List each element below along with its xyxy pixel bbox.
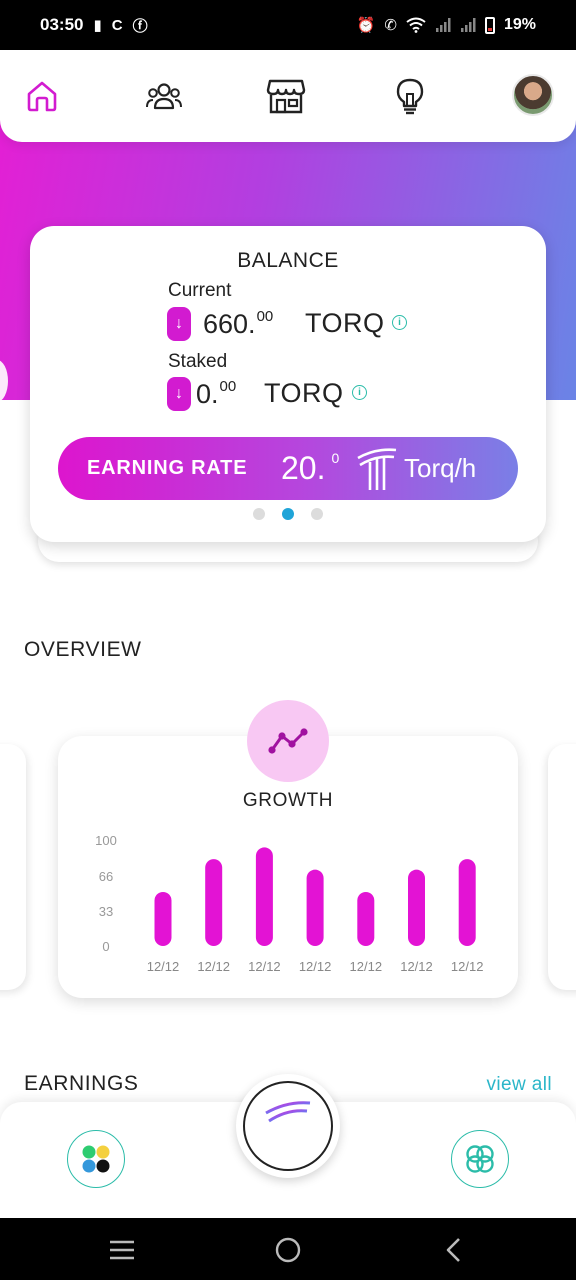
balance-card[interactable]: BALANCE Current ↓ 660.00 TORQ i Staked ↓…: [30, 226, 546, 542]
apps-button[interactable]: [67, 1130, 125, 1188]
signal-icon: [460, 18, 476, 32]
status-bar: 03:50 ▮ C ⓕ ⏰ ✆ 19%: [0, 0, 576, 50]
wifi-icon: [406, 17, 426, 33]
torq-logo-icon: [357, 448, 397, 490]
recents-button[interactable]: [108, 1236, 136, 1264]
growth-icon-badge: [247, 700, 329, 782]
c-icon: C: [111, 16, 123, 34]
links-button[interactable]: [451, 1130, 509, 1188]
top-nav: [0, 50, 576, 142]
earning-rate-label: EARNING RATE: [87, 457, 248, 479]
growth-bar[interactable]: [205, 859, 223, 946]
staked-amount: 0.00: [196, 378, 236, 410]
earning-rate-unit: Torq/h: [404, 453, 477, 483]
lightbulb-icon: [396, 78, 424, 115]
x-tick-label: 12/12: [350, 959, 383, 974]
apps-dots-icon: [82, 1145, 110, 1173]
pager-dot[interactable]: [311, 508, 323, 520]
y-tick-label: 66: [99, 869, 113, 884]
sim-alert-icon: ▮: [93, 17, 102, 34]
earning-rate-value: 20. 0: [281, 450, 339, 487]
earning-rate-integer: 20.: [281, 450, 326, 486]
system-back-button[interactable]: [440, 1236, 468, 1264]
circle-home-icon: [275, 1237, 301, 1263]
overview-title: OVERVIEW: [24, 638, 142, 661]
prev-card-peek[interactable]: [0, 744, 26, 990]
carousel-pager: [30, 508, 546, 520]
pager-dot-active[interactable]: [282, 508, 294, 520]
staked-amount-integer: 0.: [196, 379, 219, 409]
earning-rate-decimals: 0: [331, 450, 340, 466]
nav-community[interactable]: [144, 76, 184, 116]
y-tick-label: 33: [99, 904, 113, 919]
x-tick-label: 12/12: [400, 959, 433, 974]
torq-logo-icon: [265, 1101, 311, 1151]
earnings-title: EARNINGS: [24, 1072, 139, 1095]
x-tick-label: 12/12: [197, 959, 230, 974]
trend-line-icon: [268, 728, 308, 754]
balance-title: BALANCE: [237, 249, 339, 272]
growth-chart: 100 66 33 0 12/12 12/12 12/12 12/12 12/12 12/12 12…: [95, 833, 484, 974]
current-unit: TORQ: [305, 308, 385, 338]
growth-bar[interactable]: [458, 859, 476, 946]
x-tick-label: 12/12: [451, 959, 484, 974]
view-all-link[interactable]: view all: [487, 1074, 553, 1096]
people-icon: [146, 83, 182, 110]
system-home-button[interactable]: [274, 1236, 302, 1264]
store-icon: [266, 79, 306, 114]
arrow-down-icon[interactable]: ↓: [167, 307, 191, 341]
current-label: Current: [168, 280, 232, 301]
nav-home[interactable]: [22, 76, 62, 116]
current-amount: 660.00: [203, 308, 273, 340]
signal-icon: [435, 18, 451, 32]
home-icon: [27, 81, 57, 112]
growth-title: GROWTH: [242, 790, 334, 811]
battery-icon: [484, 16, 495, 34]
x-tick-label: 12/12: [299, 959, 332, 974]
status-right: ⏰ ✆ 19%: [357, 16, 536, 34]
status-time: 03:50: [40, 15, 84, 34]
y-tick-label: 0: [102, 939, 109, 954]
pager-dot[interactable]: [253, 508, 265, 520]
current-amount-integer: 660.: [203, 309, 256, 339]
linked-rings-icon: [466, 1145, 494, 1173]
avatar[interactable]: [512, 74, 554, 116]
back-chevron-icon: [446, 1238, 460, 1262]
earning-rate-bar: EARNING RATE 20. 0 Torq/h: [58, 437, 518, 500]
info-icon[interactable]: i: [352, 385, 367, 400]
y-tick-label: 100: [95, 833, 117, 848]
x-tick-label: 12/12: [248, 959, 281, 974]
growth-bar[interactable]: [357, 891, 375, 946]
nav-store[interactable]: [266, 76, 306, 116]
x-tick-label: 12/12: [147, 959, 180, 974]
torq-center-button[interactable]: [236, 1074, 340, 1178]
growth-bar[interactable]: [306, 869, 324, 946]
torq-center-ring: [243, 1081, 333, 1171]
alarm-icon: ⏰: [356, 17, 376, 34]
growth-bar[interactable]: [255, 847, 273, 946]
nav-ideas[interactable]: [390, 76, 430, 116]
menu-icon: [110, 1240, 134, 1260]
wifi-call-icon: ✆: [384, 17, 397, 34]
current-amount-decimals: 00: [256, 308, 274, 325]
staked-amount-decimals: 00: [219, 378, 237, 395]
battery-percent: 19%: [503, 16, 536, 33]
next-card-peek[interactable]: [548, 744, 576, 990]
system-nav-bar: [0, 1218, 576, 1280]
staked-unit: TORQ: [264, 378, 344, 408]
growth-bar[interactable]: [408, 869, 425, 946]
facebook-icon: ⓕ: [132, 17, 148, 35]
growth-bar[interactable]: [154, 891, 172, 946]
staked-label: Staked: [168, 351, 228, 372]
status-left: 03:50 ▮ C ⓕ: [40, 15, 148, 36]
info-icon[interactable]: i: [392, 315, 407, 330]
arrow-down-icon[interactable]: ↓: [167, 377, 191, 411]
